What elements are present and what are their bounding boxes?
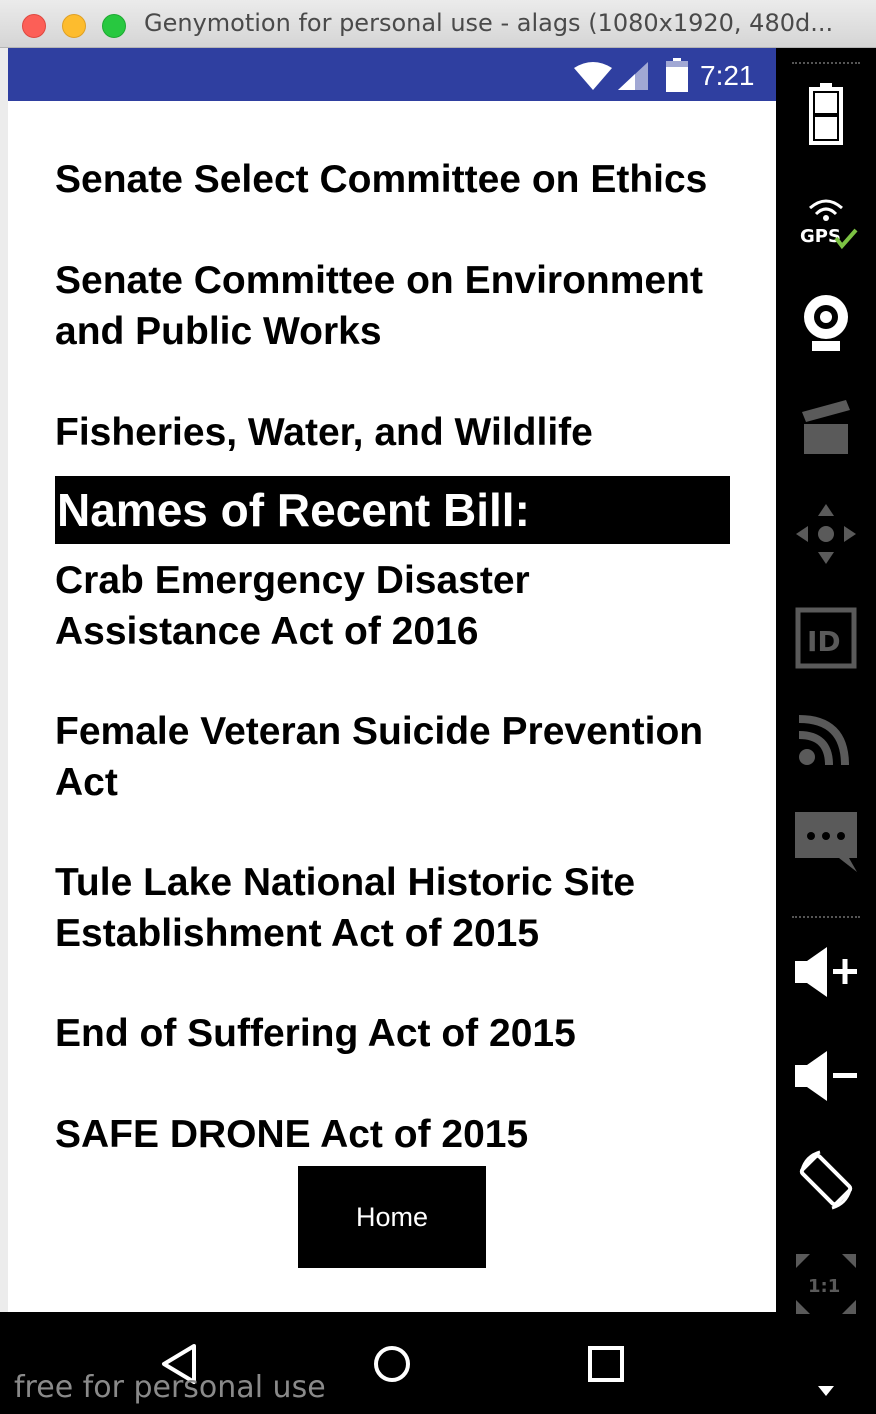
- webcam-icon: [804, 295, 848, 351]
- committee-item: Fisheries, Water, and Wildlife: [55, 411, 593, 454]
- clapperboard-icon: [802, 400, 850, 454]
- bill-item: Crab Emergency Disaster Assistance Act o…: [55, 559, 530, 653]
- camera-tool[interactable]: [792, 288, 860, 356]
- recent-bills-header: Names of Recent Bill:: [55, 476, 730, 544]
- battery-tool[interactable]: [792, 80, 860, 148]
- gps-icon: GPS: [800, 199, 858, 250]
- battery-icon: [666, 58, 688, 92]
- toolbar-divider: [792, 62, 860, 64]
- wifi-icon: [574, 62, 612, 90]
- pixel-perfect-icon: 1:1: [796, 1254, 856, 1314]
- pixel-perfect-button[interactable]: 1:1: [792, 1250, 860, 1318]
- rotate-button[interactable]: [792, 1146, 860, 1214]
- recents-icon[interactable]: [582, 1340, 630, 1388]
- message-icon: [795, 812, 857, 872]
- battery-widget-icon: [809, 83, 843, 145]
- volume-down-button[interactable]: [792, 1042, 860, 1110]
- watermark: free for personal use: [14, 1370, 326, 1405]
- zoom-label: 1:1: [808, 1276, 840, 1297]
- device-id-tool[interactable]: ID: [792, 604, 860, 672]
- network-icon: [798, 715, 849, 766]
- status-time: 7:21: [700, 60, 755, 91]
- toolbar-divider: [792, 916, 860, 918]
- dpad-icon: [796, 504, 856, 564]
- window-close-button[interactable]: [22, 14, 46, 38]
- sms-tool[interactable]: [792, 808, 860, 876]
- dpad-tool[interactable]: [792, 500, 860, 568]
- volume-up-button[interactable]: [792, 938, 860, 1006]
- android-status-bar: 7:21: [8, 48, 776, 101]
- capture-tool[interactable]: [792, 392, 860, 460]
- home-circle-icon[interactable]: [368, 1340, 416, 1388]
- window-maximize-button[interactable]: [102, 14, 126, 38]
- bill-item: SAFE DRONE Act of 2015: [55, 1113, 529, 1156]
- bill-item: Female Veteran Suicide Prevention Act: [55, 710, 704, 804]
- genymotion-toolbar: GPS ID 1:1: [776, 48, 876, 1414]
- device-screen: 7:21 Senate Select Committee on Ethics S…: [8, 48, 776, 1312]
- volume-down-icon: [795, 1051, 857, 1101]
- scroll-down-icon[interactable]: [818, 1386, 834, 1396]
- bill-item: Tule Lake National Historic Site Establi…: [55, 861, 636, 955]
- network-tool[interactable]: [792, 704, 860, 772]
- rotate-icon: [799, 1150, 853, 1210]
- window-title-bar: Genymotion for personal use - alags (108…: [0, 0, 876, 48]
- gps-tool[interactable]: GPS: [792, 188, 860, 256]
- committee-item: Senate Committee on Environment and Publ…: [55, 259, 703, 353]
- id-icon: ID: [795, 607, 857, 669]
- bill-item: End of Suffering Act of 2015: [55, 1012, 576, 1055]
- volume-up-icon: [795, 947, 857, 997]
- committee-item: Senate Select Committee on Ethics: [55, 158, 708, 201]
- home-button[interactable]: Home: [298, 1166, 486, 1268]
- window-minimize-button[interactable]: [62, 14, 86, 38]
- gps-label: GPS: [800, 226, 841, 247]
- window-title: Genymotion for personal use - alags (108…: [144, 9, 834, 37]
- id-label: ID: [807, 625, 841, 658]
- signal-icon: [618, 62, 648, 90]
